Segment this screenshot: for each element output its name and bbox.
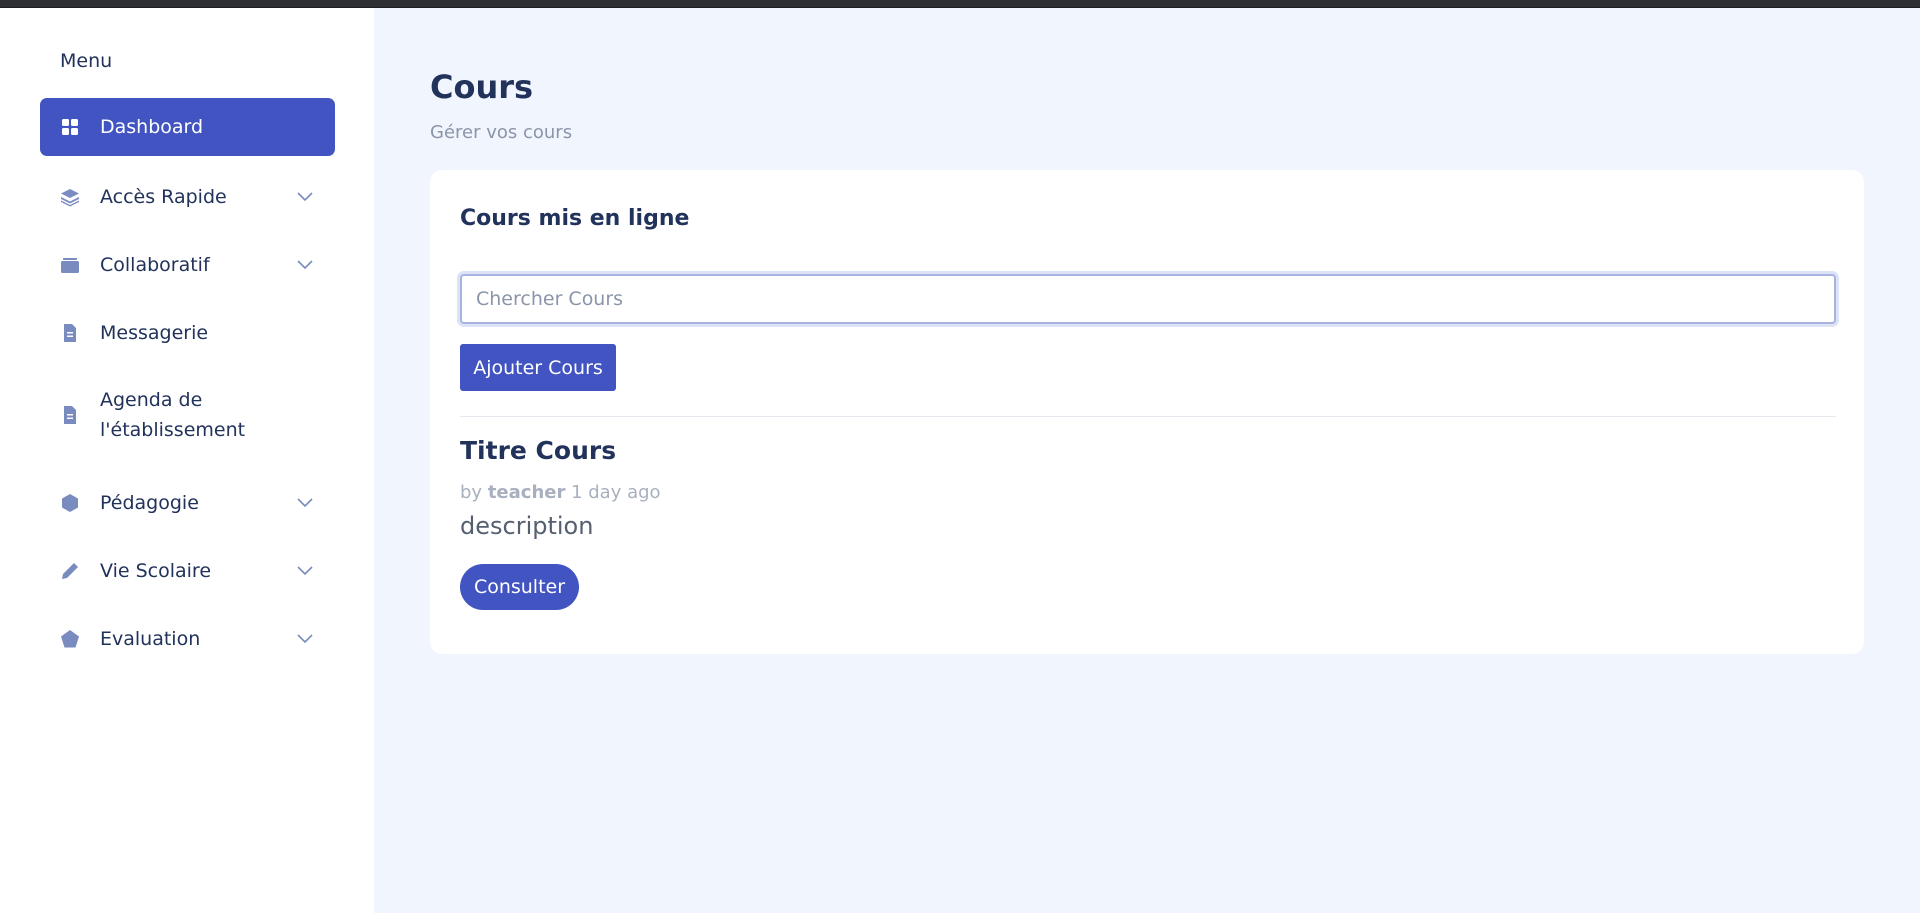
page-title: Cours: [430, 68, 534, 106]
card-title: Cours mis en ligne: [460, 206, 690, 231]
sidebar-item-evaluation[interactable]: Evaluation: [40, 610, 335, 668]
sidebar-item-collaboratif[interactable]: Collaboratif: [40, 236, 335, 294]
chevron-down-icon: [297, 495, 313, 511]
main-content: Cours Gérer vos cours Cours mis en ligne…: [374, 8, 1920, 913]
layers-icon: [60, 187, 80, 207]
document-icon: [60, 405, 80, 425]
sidebar-item-label: Messagerie: [100, 322, 209, 344]
sidebar-item-messagerie[interactable]: Messagerie: [40, 304, 335, 362]
sidebar-item-vie-scolaire[interactable]: Vie Scolaire: [40, 542, 335, 600]
sidebar-item-label: Collaboratif: [100, 254, 210, 276]
sidebar-item-label: Vie Scolaire: [100, 560, 212, 582]
course-time: 1 day ago: [571, 482, 661, 503]
course-by: by: [460, 482, 483, 503]
pentagon-icon: [60, 629, 80, 649]
consult-button[interactable]: Consulter: [460, 564, 579, 610]
search-input[interactable]: [460, 274, 1836, 324]
sidebar-item-acces-rapide[interactable]: Accès Rapide: [40, 168, 335, 226]
sidebar: Menu Dashboard Accès Rapide Collaboratif…: [0, 8, 374, 913]
document-icon: [60, 323, 80, 343]
chevron-down-icon: [297, 257, 313, 273]
sidebar-item-label: Accès Rapide: [100, 186, 227, 208]
sidebar-item-agenda[interactable]: Agenda de l'établissement: [40, 380, 335, 450]
sidebar-item-pedagogie[interactable]: Pédagogie: [40, 474, 335, 532]
hexagon-icon: [60, 493, 80, 513]
briefcase-icon: [60, 255, 80, 275]
sidebar-item-label: Dashboard: [100, 116, 204, 138]
sidebar-item-dashboard[interactable]: Dashboard: [40, 98, 335, 156]
page-subtitle: Gérer vos cours: [430, 122, 573, 143]
pen-icon: [60, 561, 80, 581]
add-course-button[interactable]: Ajouter Cours: [460, 344, 616, 391]
courses-card: Cours mis en ligne Ajouter Cours Titre C…: [430, 170, 1864, 654]
sidebar-item-label: Evaluation: [100, 628, 201, 650]
sidebar-item-label: Agenda de l'établissement: [100, 389, 246, 441]
course-description: description: [460, 512, 594, 540]
window-top-bar: [0, 0, 1920, 8]
chevron-down-icon: [297, 563, 313, 579]
chevron-down-icon: [297, 189, 313, 205]
grid-icon: [60, 117, 80, 137]
course-meta: by teacher 1 day ago: [460, 482, 661, 503]
chevron-down-icon: [297, 631, 313, 647]
divider: [460, 416, 1836, 417]
course-title: Titre Cours: [460, 436, 617, 465]
sidebar-item-label: Pédagogie: [100, 492, 199, 514]
course-author: teacher: [487, 482, 566, 503]
menu-title: Menu: [60, 50, 113, 72]
